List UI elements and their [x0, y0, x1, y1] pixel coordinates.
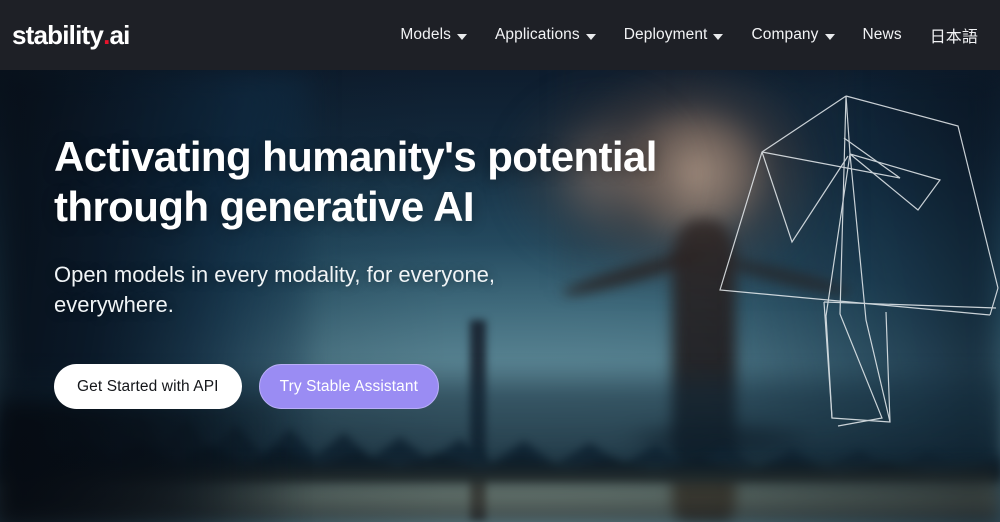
hero-section: Activating humanity's potential through …: [0, 70, 1000, 522]
nav-item-label: Models: [400, 26, 451, 43]
nav-item-language-japanese[interactable]: 日本語: [916, 0, 984, 70]
nav-item-label: Applications: [494, 26, 580, 43]
site-logo[interactable]: stability. ai: [12, 22, 130, 48]
hero-cta-row: Get Started with API Try Stable Assistan…: [54, 364, 439, 409]
hero-headline: Activating humanity's potential through …: [54, 133, 657, 230]
hero-subheadline: Open models in every modality, for every…: [54, 262, 496, 317]
logo-suffix: ai: [109, 20, 131, 50]
chevron-down-icon: [824, 34, 835, 40]
nav-item-label: 日本語: [929, 29, 978, 46]
nav-item-models[interactable]: Models: [386, 0, 481, 70]
site-header: stability. ai Models Applications Deploym…: [0, 0, 1000, 70]
chevron-down-icon: [456, 34, 467, 40]
hero-content: Activating humanity's potential through …: [0, 70, 1000, 522]
nav-item-applications[interactable]: Applications: [481, 0, 610, 70]
primary-navigation: Models Applications Deployment Company N…: [386, 0, 984, 70]
get-started-with-api-button[interactable]: Get Started with API: [54, 364, 242, 409]
chevron-down-icon: [713, 34, 724, 40]
stability-ai-homepage: stability. ai Models Applications Deploym…: [0, 0, 1000, 522]
nav-item-label: News: [862, 26, 902, 43]
chevron-down-icon: [585, 34, 596, 40]
logo-wordmark: stability: [12, 20, 104, 50]
nav-item-label: Company: [751, 26, 819, 43]
nav-item-deployment[interactable]: Deployment: [610, 0, 738, 70]
nav-item-news[interactable]: News: [849, 0, 916, 70]
nav-item-label: Deployment: [623, 26, 708, 43]
nav-item-company[interactable]: Company: [737, 0, 848, 70]
try-stable-assistant-button[interactable]: Try Stable Assistant: [258, 364, 439, 409]
